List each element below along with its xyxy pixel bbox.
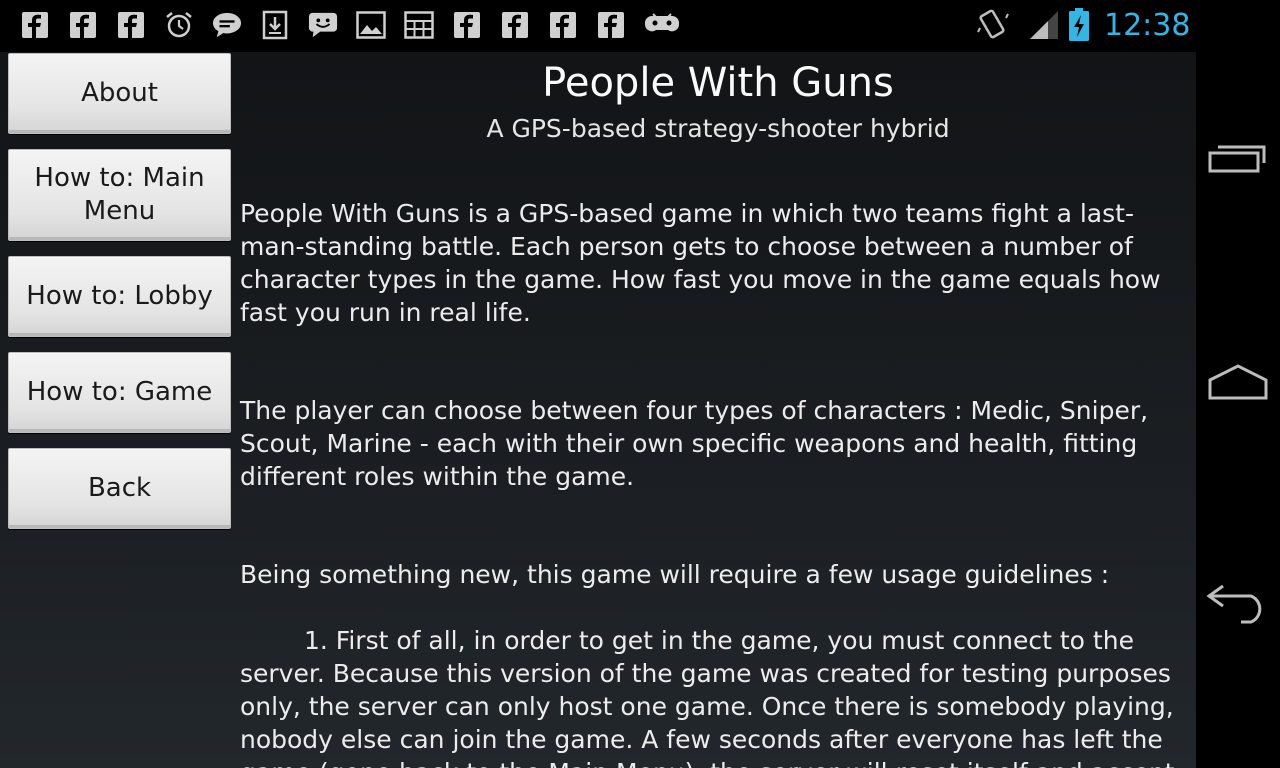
- image-icon: [356, 10, 386, 40]
- back-nav-button[interactable]: [1196, 566, 1280, 646]
- facebook-icon: [548, 10, 578, 40]
- calendar-grid-icon: [404, 10, 434, 40]
- back-icon: [1205, 584, 1271, 628]
- recent-apps-icon: [1208, 141, 1268, 179]
- app-content-area: About How to: Main Menu How to: Lobby Ho…: [0, 52, 1196, 768]
- signal-icon: [1028, 10, 1060, 40]
- how-to-lobby-button[interactable]: How to: Lobby: [8, 256, 231, 337]
- facebook-icon: [500, 10, 530, 40]
- intro-paragraph: People With Guns is a GPS-based game in …: [240, 199, 1161, 327]
- battery-charging-icon: [1066, 8, 1092, 41]
- guidelines-heading: Being something new, this game will requ…: [240, 560, 1110, 589]
- about-button[interactable]: About: [8, 53, 231, 134]
- vibrate-icon: [976, 9, 1010, 40]
- back-button[interactable]: Back: [8, 448, 231, 529]
- page-title: People With Guns: [542, 60, 894, 106]
- home-button[interactable]: [1196, 344, 1280, 424]
- facebook-icon: [116, 10, 146, 40]
- status-clock: 12:38: [1104, 8, 1191, 43]
- page-subtitle: A GPS-based strategy-shooter hybrid: [486, 114, 950, 143]
- how-to-game-button[interactable]: How to: Game: [8, 352, 231, 433]
- facebook-icon: [596, 10, 626, 40]
- home-icon: [1208, 362, 1268, 406]
- chat-bubble-icon: [212, 10, 242, 40]
- recent-apps-button[interactable]: [1196, 120, 1280, 200]
- facebook-icon: [20, 10, 50, 40]
- characters-paragraph: The player can choose between four types…: [240, 396, 1149, 491]
- how-to-main-menu-button[interactable]: How to: Main Menu: [8, 149, 231, 241]
- guideline-item-1: 1. First of all, in order to get in the …: [240, 626, 1175, 768]
- smiley-message-icon: [308, 10, 338, 40]
- alarm-icon: [164, 10, 194, 40]
- facebook-icon: [452, 10, 482, 40]
- gamepad-icon: [644, 10, 680, 40]
- download-icon: [260, 10, 290, 40]
- facebook-icon: [68, 10, 98, 40]
- navigation-bar: [1196, 0, 1280, 768]
- status-bar: 12:38: [0, 0, 1196, 52]
